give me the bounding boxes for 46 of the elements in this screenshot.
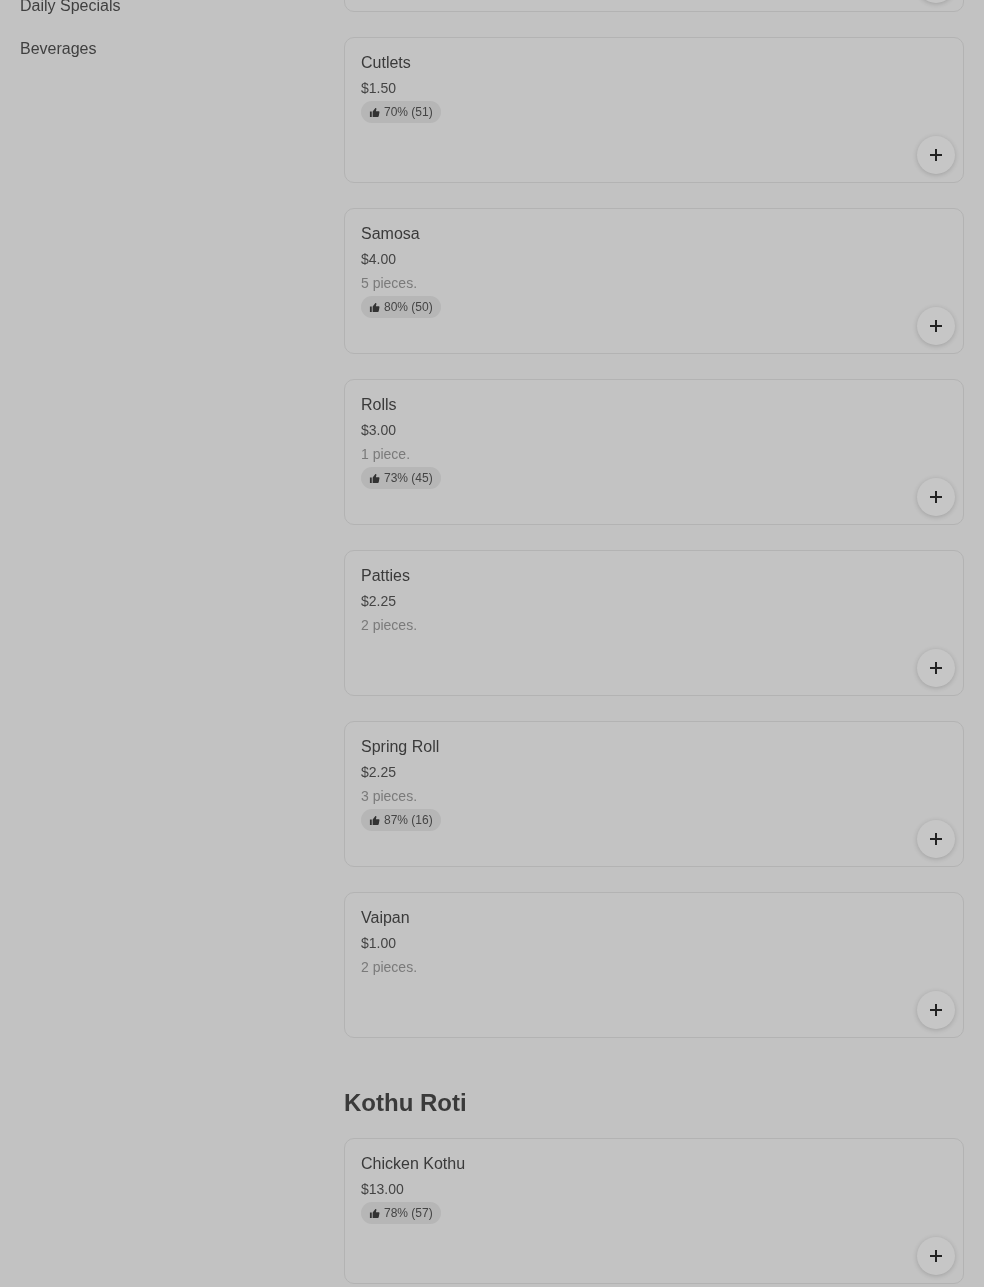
rating-text: 78% (57) (384, 1206, 433, 1220)
item-name: Spring Roll (361, 737, 440, 757)
item-price: $4.00 (361, 250, 397, 269)
add-button[interactable] (917, 649, 955, 687)
item-price: $13.00 (361, 1180, 404, 1199)
item-name: Vaipan (361, 908, 410, 928)
plus-icon (930, 662, 942, 674)
thumbs-up-icon (369, 472, 380, 484)
item-description: 2 pieces. (361, 958, 418, 977)
item-description: 5 pieces. (361, 274, 418, 293)
plus-icon (930, 833, 942, 845)
item-price: $2.25 (361, 592, 397, 611)
plus-icon (930, 1004, 942, 1016)
item-name: Samosa (361, 224, 420, 244)
item-price: $1.50 (361, 79, 397, 98)
add-button[interactable] (917, 820, 955, 858)
plus-icon (930, 320, 942, 332)
item-price: $2.25 (361, 763, 397, 782)
item-name: Rolls (361, 395, 397, 415)
thumbs-up-icon (369, 1207, 380, 1219)
item-description: 3 pieces. (361, 787, 418, 806)
plus-icon (930, 149, 942, 161)
plus-icon (930, 1250, 942, 1262)
item-price: $1.00 (361, 934, 397, 953)
section-heading: Kothu Roti (344, 1088, 468, 1118)
add-button[interactable] (917, 478, 955, 516)
item-description: 1 piece. (361, 445, 411, 464)
item-name: Cutlets (361, 53, 411, 73)
rating-text: 73% (45) (384, 471, 433, 485)
item-name: Patties (361, 566, 410, 586)
item-description: 2 pieces. (361, 616, 418, 635)
add-button[interactable] (917, 136, 955, 174)
thumbs-up-icon (369, 814, 380, 826)
add-button[interactable] (917, 307, 955, 345)
add-button[interactable] (917, 1237, 955, 1275)
rating-text: 87% (16) (384, 813, 433, 827)
add-button[interactable] (917, 991, 955, 1029)
category-link[interactable]: Daily Specials (20, 0, 344, 16)
plus-icon (930, 491, 942, 503)
item-price: $3.00 (361, 421, 397, 440)
item-name: Chicken Kothu (361, 1154, 466, 1174)
rating-text: 80% (50) (384, 300, 433, 314)
rating-text: 70% (51) (384, 105, 433, 119)
thumbs-up-icon (369, 106, 380, 118)
category-link[interactable]: Beverages (20, 39, 344, 59)
thumbs-up-icon (369, 301, 380, 313)
